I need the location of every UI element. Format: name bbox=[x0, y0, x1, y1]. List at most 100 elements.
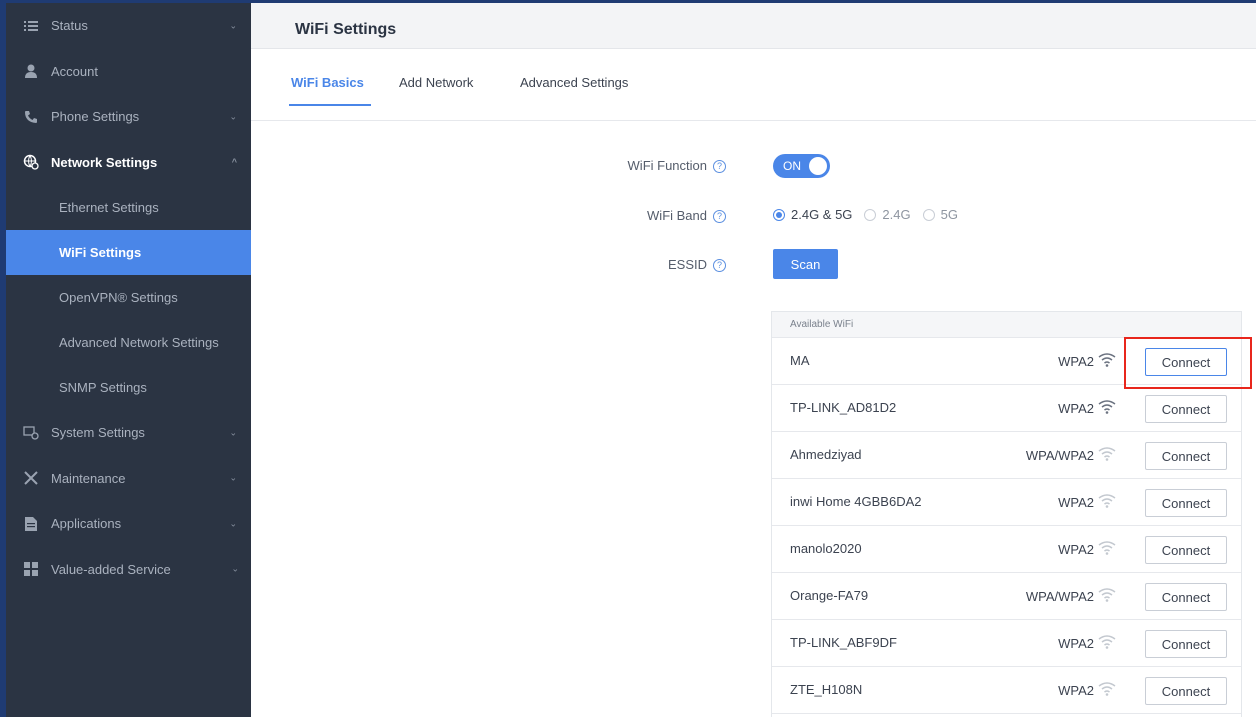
sidebar-subitem-openvpn-settings[interactable]: OpenVPN® Settings bbox=[6, 275, 251, 320]
radio-dot bbox=[922, 208, 935, 221]
wifi-function-label-row: WiFi Function? bbox=[526, 158, 726, 173]
wifi-signal-icon bbox=[1098, 352, 1116, 368]
tab-wifi-basics[interactable]: WiFi Basics bbox=[291, 75, 364, 90]
sidebar-item-account[interactable]: Account bbox=[6, 49, 251, 95]
band-radio-2-4g-5g[interactable]: 2.4G & 5G bbox=[773, 207, 852, 222]
phone-icon bbox=[23, 109, 39, 125]
chevron-down-icon: ⌄ bbox=[229, 111, 237, 122]
wifi-security: WPA2 bbox=[1058, 636, 1094, 651]
wifi-signal-icon bbox=[1098, 634, 1116, 650]
sidebar-item-label: Network Settings bbox=[51, 154, 158, 170]
wifi-network-row: TP-LINK_AD81D2 WPA2 Connect bbox=[772, 385, 1241, 432]
wifi-ssid: ZTE_H108N bbox=[790, 682, 863, 697]
connect-button[interactable]: Connect bbox=[1145, 442, 1227, 470]
connect-button[interactable]: Connect bbox=[1145, 630, 1227, 658]
sidebar-item-label: Status bbox=[51, 18, 88, 34]
wifi-security: WPA/WPA2 bbox=[1025, 589, 1094, 604]
sidebar-item-label: Account bbox=[51, 63, 98, 79]
wifi-security: WPA2 bbox=[1058, 401, 1094, 416]
sidebar-subitem-ethernet-settings[interactable]: Ethernet Settings bbox=[6, 185, 251, 230]
wifi-ssid: Ahmedziyad bbox=[790, 447, 862, 462]
wifi-ssid: TP-LINK_AD81D2 bbox=[790, 400, 897, 415]
radio-label: 2.4G bbox=[882, 207, 911, 222]
wifi-ssid: manolo2020 bbox=[790, 541, 862, 556]
wifi-signal-icon bbox=[1098, 681, 1116, 697]
radio-label: 2.4G & 5G bbox=[791, 207, 853, 222]
connect-button[interactable]: Connect bbox=[1145, 536, 1227, 564]
toggle-state-text: ON bbox=[783, 159, 801, 173]
sidebar-item-status[interactable]: Status ⌄ bbox=[6, 3, 251, 49]
wifi-band-label-row: WiFi Band? bbox=[526, 208, 726, 223]
scan-button[interactable]: Scan bbox=[773, 249, 838, 279]
wifi-signal-icon bbox=[1098, 540, 1116, 556]
wifi-network-row: manolo2020 WPA2 Connect bbox=[772, 526, 1241, 573]
radio-label: 5G bbox=[940, 207, 958, 222]
essid-label-row: ESSID? bbox=[526, 257, 726, 272]
chevron-down-icon: ⌄ bbox=[229, 427, 237, 438]
help-icon[interactable]: ? bbox=[713, 160, 726, 173]
document-icon bbox=[23, 516, 39, 532]
wifi-security: WPA2 bbox=[1058, 542, 1094, 557]
tab-advanced-settings[interactable]: Advanced Settings bbox=[520, 75, 628, 90]
wifi-signal-icon bbox=[1098, 446, 1116, 462]
wifi-band-radio-group: 2.4G & 5G 2.4G 5G bbox=[773, 207, 970, 222]
sidebar-item-network-settings[interactable]: Network Settings ^ bbox=[6, 140, 251, 186]
sidebar-subitem-snmp-settings[interactable]: SNMP Settings bbox=[6, 365, 251, 410]
wifi-signal-icon bbox=[1098, 399, 1116, 415]
connect-button[interactable]: Connect bbox=[1145, 395, 1227, 423]
list-icon bbox=[23, 18, 39, 34]
chevron-down-icon: ⌄ bbox=[229, 518, 237, 529]
sidebar-item-label: Phone Settings bbox=[51, 109, 140, 125]
tab-add-network[interactable]: Add Network bbox=[399, 75, 473, 90]
wifi-security: WPA2 bbox=[1058, 683, 1094, 698]
chevron-down-icon: ⌄ bbox=[231, 563, 239, 574]
wifi-ssid: Orange-FA79 bbox=[790, 588, 869, 603]
sidebar-subitem-wifi-settings[interactable]: WiFi Settings bbox=[6, 230, 251, 275]
sidebar-item-label: Applications bbox=[51, 516, 122, 532]
grid-icon bbox=[23, 561, 39, 577]
wifi-function-toggle[interactable]: ON bbox=[773, 154, 830, 178]
sidebar-item-system-settings[interactable]: System Settings ⌄ bbox=[6, 410, 251, 456]
sidebar-item-maintenance[interactable]: Maintenance ⌄ bbox=[6, 456, 251, 502]
help-icon[interactable]: ? bbox=[713, 259, 726, 272]
chevron-down-icon: ⌄ bbox=[229, 472, 237, 483]
wifi-security: WPA2 bbox=[1058, 354, 1094, 369]
highlight-annotation bbox=[1124, 337, 1252, 389]
wifi-ssid: inwi Home 4GBB6DA2 bbox=[790, 494, 922, 509]
connect-button[interactable]: Connect bbox=[1145, 489, 1227, 517]
sidebar-item-label: Maintenance bbox=[51, 470, 126, 486]
sidebar-subitem-advanced-network-settings[interactable]: Advanced Network Settings bbox=[6, 320, 251, 365]
sidebar-item-applications[interactable]: Applications ⌄ bbox=[6, 501, 251, 547]
radio-dot bbox=[773, 208, 785, 221]
band-radio-2-4g[interactable]: 2.4G bbox=[864, 207, 911, 222]
chevron-down-icon: ⌄ bbox=[229, 20, 237, 31]
wifi-ssid: MA bbox=[790, 353, 810, 368]
connect-button[interactable]: Connect bbox=[1145, 583, 1227, 611]
wifi-network-row: TP-LINK_ABF9DF WPA2 Connect bbox=[772, 620, 1241, 667]
user-icon bbox=[23, 63, 39, 79]
page-header: WiFi Settings bbox=[251, 3, 1256, 49]
sidebar-item-phone-settings[interactable]: Phone Settings ⌄ bbox=[6, 94, 251, 140]
band-radio-5g[interactable]: 5G bbox=[922, 207, 958, 222]
wifi-security: WPA/WPA2 bbox=[1025, 448, 1094, 463]
essid-label: ESSID bbox=[667, 257, 707, 272]
wifi-signal-icon bbox=[1098, 493, 1116, 509]
tab-bar: WiFi Basics Add Network Advanced Setting… bbox=[251, 49, 1256, 121]
wifi-band-label: WiFi Band bbox=[647, 208, 707, 223]
available-wifi-header: Available WiFi bbox=[772, 312, 1241, 338]
toggle-knob bbox=[809, 157, 827, 175]
wifi-ssid: TP-LINK_ABF9DF bbox=[790, 635, 897, 650]
wifi-signal-icon bbox=[1098, 587, 1116, 603]
tools-icon bbox=[23, 470, 39, 486]
wifi-network-row: ZTE_H108N WPA2 Connect bbox=[772, 667, 1241, 714]
radio-dot bbox=[864, 208, 877, 221]
sidebar: Status ⌄ Account Phone Settings ⌄ Networ… bbox=[6, 3, 251, 717]
connect-button[interactable]: Connect bbox=[1145, 677, 1227, 705]
wifi-network-row: Ahmedziyad WPA/WPA2 Connect bbox=[772, 432, 1241, 479]
sidebar-item-value-added-service[interactable]: Value-added Service ⌄ bbox=[6, 547, 251, 593]
help-icon[interactable]: ? bbox=[713, 210, 726, 223]
wifi-network-row: inwi Home 4GBB6DA2 WPA2 Connect bbox=[772, 479, 1241, 526]
sidebar-item-label: System Settings bbox=[51, 425, 145, 441]
wifi-function-label: WiFi Function bbox=[627, 158, 707, 173]
system-icon bbox=[23, 425, 39, 441]
